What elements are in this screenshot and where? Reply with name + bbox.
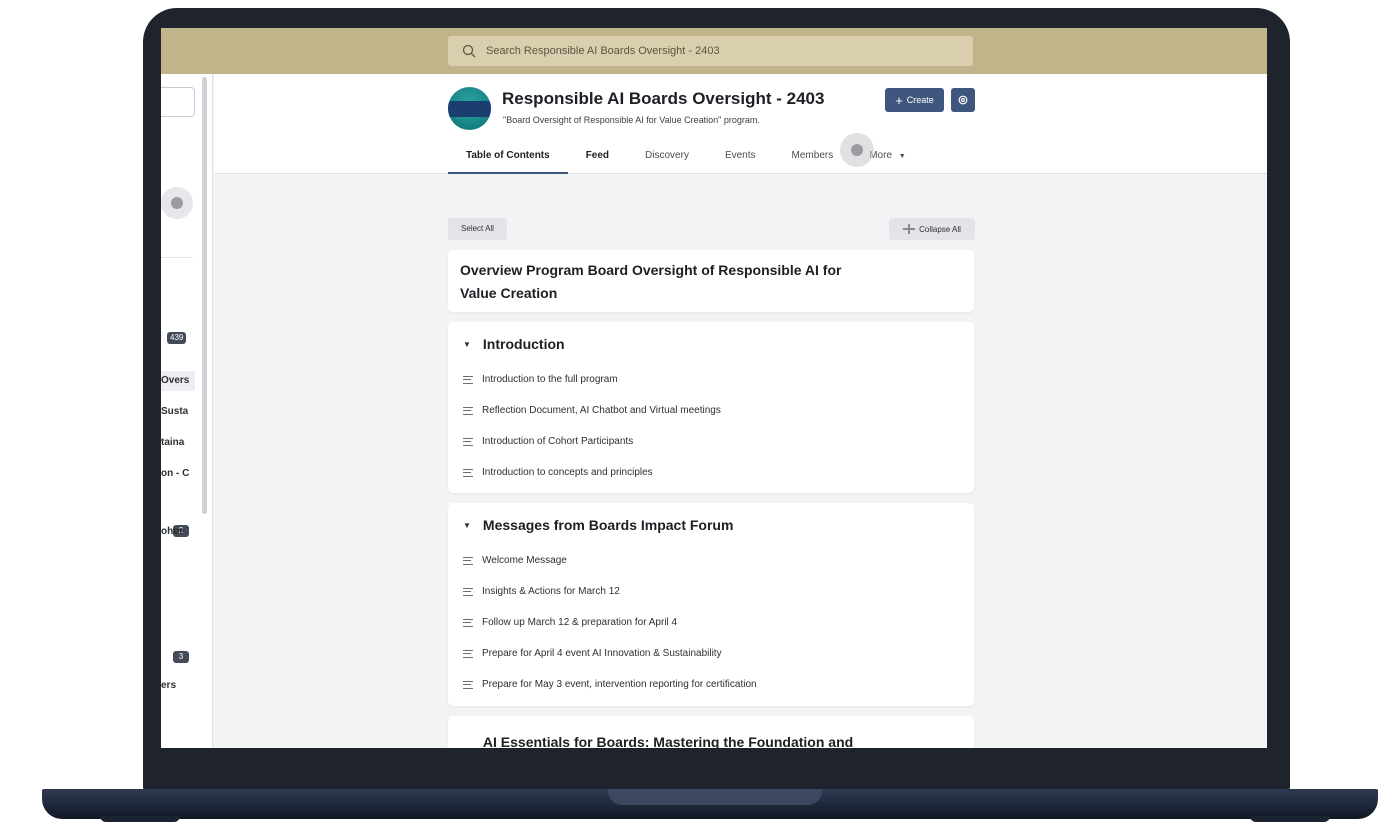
sidebar-item[interactable]: ohor (161, 522, 195, 542)
group-logo (448, 87, 491, 130)
list-item-label: Reflection Document, AI Chatbot and Virt… (482, 405, 721, 416)
text-lines-icon (463, 680, 473, 689)
section-card: ▼ AI Essentials for Boards: Mastering th… (448, 716, 974, 748)
section-header[interactable]: ▼ Messages from Boards Impact Forum (463, 517, 733, 533)
list-item-label: Introduction to concepts and principles (482, 467, 653, 478)
chevron-down-icon: ▼ (898, 153, 906, 160)
screen: Search Responsible AI Boards Oversight -… (161, 28, 1267, 748)
sidebar-item[interactable]: Susta (161, 402, 195, 422)
text-lines-icon (463, 587, 473, 596)
list-item[interactable]: Introduction to concepts and principles (463, 467, 653, 478)
list-item-label: Insights & Actions for March 12 (482, 586, 620, 597)
section-title: Messages from Boards Impact Forum (482, 517, 734, 533)
list-item-label: Prepare for May 3 event, intervention re… (482, 679, 757, 690)
sidebar-item[interactable]: on - C (161, 464, 195, 484)
text-lines-icon (463, 375, 473, 384)
text-lines-icon (463, 437, 473, 446)
list-item-label: Introduction of Cohort Participants (482, 436, 634, 447)
sidebar-search-input[interactable] (161, 87, 195, 117)
sidebar-divider (161, 257, 193, 258)
create-button[interactable]: + Create (885, 88, 944, 112)
search-placeholder: Search Responsible AI Boards Oversight -… (486, 45, 720, 57)
section-title: Introduction (482, 336, 565, 352)
list-item[interactable]: Prepare for May 3 event, intervention re… (463, 679, 757, 690)
search-input[interactable]: Search Responsible AI Boards Oversight -… (448, 36, 973, 66)
list-item-label: Prepare for April 4 event AI Innovation … (482, 648, 722, 659)
text-lines-icon (463, 556, 473, 565)
collapse-icon (903, 224, 916, 234)
tab-table-of-contents[interactable]: Table of Contents (448, 146, 568, 174)
caret-down-icon: ▼ (463, 520, 471, 530)
click-indicator (840, 133, 874, 167)
count-badge: 439 (167, 332, 187, 344)
sidebar: 439 Overs Susta taina on - C 2 ohor 3 er… (161, 74, 213, 748)
list-item[interactable]: Introduction to the full program (463, 374, 618, 385)
caret-down-icon: ▼ (463, 339, 471, 349)
settings-button[interactable] (951, 88, 975, 112)
top-bar: Search Responsible AI Boards Oversight -… (161, 28, 1267, 74)
laptop-notch (608, 789, 822, 805)
text-lines-icon (463, 406, 473, 415)
collapse-all-button[interactable]: Collapse All (889, 218, 975, 240)
section-title: AI Essentials for Boards: Mastering the … (482, 733, 854, 749)
logo-band (448, 101, 491, 117)
select-all-button[interactable]: Select All (448, 218, 507, 240)
page-title: Responsible AI Boards Oversight - 2403 (502, 89, 825, 108)
plus-icon: + (895, 92, 903, 108)
sidebar-item[interactable]: taina (161, 433, 195, 453)
section-card: ▼ Messages from Boards Impact Forum Welc… (448, 503, 974, 706)
sidebar-scrollbar[interactable] (202, 77, 207, 514)
list-item[interactable]: Prepare for April 4 event AI Innovation … (463, 648, 722, 659)
laptop-foot (100, 816, 180, 822)
collapse-all-label: Collapse All (919, 224, 961, 234)
list-item-label: Follow up March 12 & preparation for Apr… (482, 617, 678, 628)
section-header[interactable]: ▼ Introduction (463, 336, 565, 352)
click-indicator (161, 187, 193, 219)
text-lines-icon (463, 468, 473, 477)
tab-feed[interactable]: Feed (568, 146, 627, 174)
overview-title: Overview Program Board Oversight of Resp… (460, 262, 842, 301)
tab-discovery[interactable]: Discovery (627, 146, 707, 174)
list-item[interactable]: Insights & Actions for March 12 (463, 586, 620, 597)
overview-card[interactable]: Overview Program Board Oversight of Resp… (448, 250, 974, 312)
sidebar-item[interactable]: ers (161, 676, 195, 696)
gear-icon (958, 95, 968, 105)
section-header[interactable]: ▼ AI Essentials for Boards: Mastering th… (463, 726, 854, 749)
list-item[interactable]: Reflection Document, AI Chatbot and Virt… (463, 405, 721, 416)
text-lines-icon (463, 618, 473, 627)
list-item[interactable]: Introduction of Cohort Participants (463, 436, 633, 447)
text-lines-icon (463, 649, 473, 658)
list-item[interactable]: Follow up March 12 & preparation for Apr… (463, 617, 677, 628)
tab-events[interactable]: Events (707, 146, 774, 174)
laptop-foot (1250, 816, 1330, 822)
page-subtitle: "Board Oversight of Responsible AI for V… (503, 115, 760, 125)
list-item[interactable]: Welcome Message (463, 555, 567, 566)
create-label: Create (906, 95, 934, 105)
sidebar-item[interactable]: Overs (161, 371, 195, 391)
section-card: ▼ Introduction Introduction to the full … (448, 322, 974, 493)
search-icon (462, 44, 476, 58)
list-item-label: Introduction to the full program (482, 374, 618, 385)
list-item-label: Welcome Message (482, 555, 567, 566)
count-badge: 3 (173, 651, 189, 663)
